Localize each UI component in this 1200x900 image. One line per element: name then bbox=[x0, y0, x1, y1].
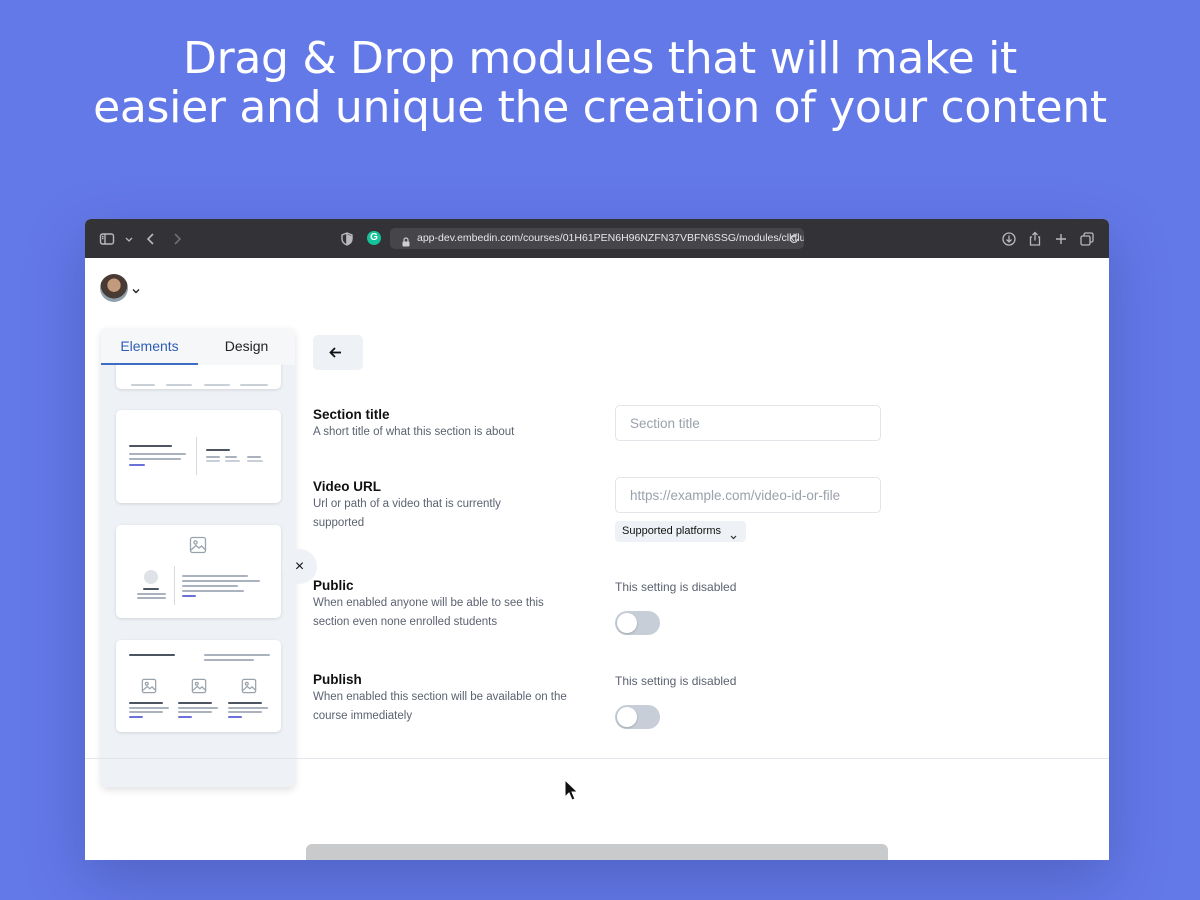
tab-design[interactable]: Design bbox=[198, 328, 295, 365]
headline-line-2: easier and unique the creation of your c… bbox=[93, 82, 1107, 133]
placeholder-line bbox=[182, 585, 238, 587]
placeholder-line bbox=[182, 590, 244, 592]
page-content: Elements Design × Section title A short … bbox=[85, 258, 1109, 860]
placeholder-link bbox=[182, 595, 196, 597]
placeholder-line bbox=[129, 711, 163, 713]
placeholder-avatar bbox=[144, 570, 158, 584]
download-icon[interactable] bbox=[1001, 231, 1017, 247]
placeholder-line bbox=[247, 456, 261, 458]
avatar[interactable] bbox=[100, 274, 128, 302]
placeholder-line bbox=[228, 707, 268, 709]
module-card-two-column-text[interactable] bbox=[116, 410, 281, 503]
placeholder-link bbox=[178, 716, 192, 718]
public-toggle[interactable] bbox=[615, 611, 660, 635]
image-icon bbox=[141, 678, 157, 694]
headline-line-1: Drag & Drop modules that will make it bbox=[183, 33, 1017, 84]
back-button[interactable] bbox=[313, 335, 363, 370]
placeholder-line bbox=[247, 460, 263, 462]
toggle-knob bbox=[617, 613, 637, 633]
panel-tabs: Elements Design bbox=[101, 328, 295, 365]
public-status: This setting is disabled bbox=[615, 580, 737, 594]
placeholder-line bbox=[129, 453, 186, 455]
lock-icon bbox=[401, 234, 411, 247]
supported-platforms-label: Supported platforms bbox=[622, 525, 722, 537]
section-title-label: Section title bbox=[313, 407, 390, 422]
publish-status: This setting is disabled bbox=[615, 674, 737, 688]
placeholder-line bbox=[137, 593, 166, 595]
chevron-down-icon bbox=[730, 528, 737, 540]
public-label: Public bbox=[313, 578, 354, 593]
grammarly-extension-icon[interactable]: G bbox=[367, 231, 381, 245]
toggle-knob bbox=[617, 707, 637, 727]
placeholder-line bbox=[178, 707, 218, 709]
placeholder-line bbox=[182, 575, 248, 577]
shield-icon[interactable] bbox=[339, 231, 355, 247]
horizontal-scrollbar[interactable] bbox=[306, 844, 888, 860]
arrow-left-icon bbox=[329, 347, 341, 358]
placeholder-line bbox=[166, 384, 192, 386]
placeholder-heading bbox=[129, 654, 175, 656]
publish-description: When enabled this section will be availa… bbox=[313, 691, 567, 722]
publish-toggle[interactable] bbox=[615, 705, 660, 729]
placeholder-heading bbox=[178, 702, 212, 704]
placeholder-line bbox=[204, 654, 270, 656]
chevron-down-icon[interactable] bbox=[121, 231, 133, 247]
supported-platforms-button[interactable]: Supported platforms bbox=[615, 521, 747, 542]
back-icon[interactable] bbox=[143, 231, 159, 247]
headline: Drag & Drop modules that will make it ea… bbox=[0, 34, 1200, 132]
placeholder-heading bbox=[129, 702, 163, 704]
forward-icon[interactable] bbox=[169, 231, 185, 247]
placeholder-line bbox=[182, 580, 260, 582]
placeholder-line bbox=[129, 707, 169, 709]
browser-window: G app-dev.embedin.com/courses/01H61PEN6H… bbox=[85, 219, 1109, 860]
address-url: app-dev.embedin.com/courses/01H61PEN6H96… bbox=[417, 232, 804, 244]
tab-elements[interactable]: Elements bbox=[101, 328, 198, 365]
placeholder-heading bbox=[143, 588, 159, 590]
placeholder-heading bbox=[129, 445, 172, 447]
placeholder-line bbox=[178, 711, 212, 713]
placeholder-line bbox=[137, 597, 166, 599]
placeholder-line bbox=[129, 458, 181, 460]
section-title-description: A short title of what this section is ab… bbox=[313, 426, 515, 438]
chevron-down-icon[interactable] bbox=[131, 283, 141, 294]
divider bbox=[85, 758, 1109, 759]
address-bar[interactable]: app-dev.embedin.com/courses/01H61PEN6H96… bbox=[390, 228, 804, 249]
placeholder-line bbox=[206, 456, 220, 458]
module-card-profile-text[interactable] bbox=[116, 525, 281, 618]
placeholder-link bbox=[129, 464, 145, 466]
share-icon[interactable] bbox=[1027, 231, 1043, 247]
section-title-input[interactable] bbox=[615, 405, 881, 441]
reload-icon[interactable] bbox=[788, 232, 800, 244]
image-icon bbox=[191, 678, 207, 694]
video-url-input[interactable] bbox=[615, 477, 881, 513]
new-tab-icon[interactable] bbox=[1053, 231, 1069, 247]
placeholder-line bbox=[204, 384, 230, 386]
placeholder-line bbox=[240, 384, 268, 386]
placeholder-line bbox=[204, 659, 254, 661]
image-icon bbox=[189, 536, 207, 554]
placeholder-line bbox=[131, 384, 155, 386]
image-icon bbox=[241, 678, 257, 694]
mouse-cursor-icon bbox=[564, 779, 579, 801]
column-divider bbox=[196, 437, 197, 475]
public-description: When enabled anyone will be able to see … bbox=[313, 597, 544, 628]
placeholder-heading bbox=[228, 702, 262, 704]
module-card-three-column-images[interactable] bbox=[116, 640, 281, 732]
column-divider bbox=[174, 566, 175, 605]
placeholder-line bbox=[225, 460, 240, 462]
placeholder-line bbox=[228, 711, 262, 713]
video-url-description: Url or path of a video that is currently… bbox=[313, 498, 501, 529]
placeholder-line bbox=[225, 456, 237, 458]
elements-panel: Elements Design bbox=[101, 328, 295, 787]
close-panel-button[interactable]: × bbox=[282, 549, 317, 584]
placeholder-link bbox=[228, 716, 242, 718]
placeholder-heading bbox=[206, 449, 230, 451]
placeholder-link bbox=[129, 716, 143, 718]
video-url-label: Video URL bbox=[313, 479, 382, 494]
publish-label: Publish bbox=[313, 672, 362, 687]
tabs-overview-icon[interactable] bbox=[1079, 231, 1095, 247]
placeholder-line bbox=[206, 460, 220, 462]
browser-toolbar: G app-dev.embedin.com/courses/01H61PEN6H… bbox=[85, 219, 1109, 258]
sidebar-icon[interactable] bbox=[99, 231, 115, 247]
